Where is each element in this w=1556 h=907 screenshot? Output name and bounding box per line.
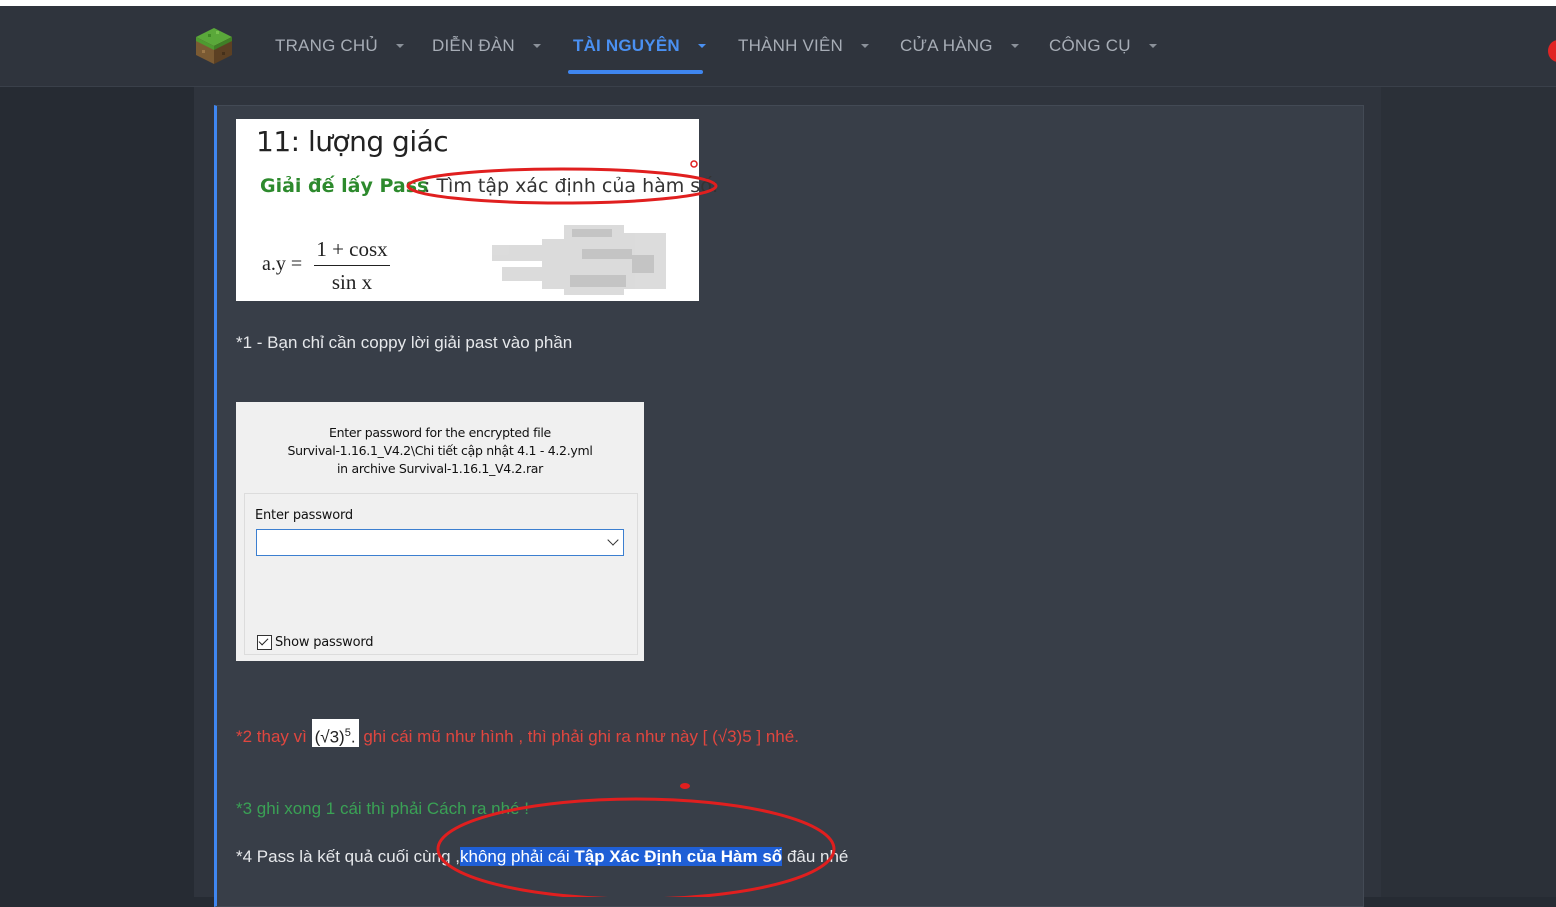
caret-down-icon[interactable] bbox=[860, 44, 869, 48]
image-green-text: Giải đế lấy Pass bbox=[260, 175, 429, 197]
instruction-line-3: *3 ghi xong 1 cái thì phải Cách ra nhé ! bbox=[236, 799, 529, 818]
instruction-line-1: *1 - Bạn chỉ cần coppy lời giải past vào… bbox=[236, 333, 573, 352]
right-sidebar bbox=[1381, 87, 1556, 897]
show-password-checkbox[interactable] bbox=[257, 635, 272, 650]
user-avatar[interactable] bbox=[1548, 40, 1556, 62]
nav-cong-cu[interactable]: CÔNG CỤ bbox=[1049, 6, 1157, 86]
selected-text: không phải cái Tập Xác Định của Hàm số bbox=[459, 847, 783, 866]
line4-highlight-bold: Tập Xác Định của Hàm số bbox=[574, 847, 783, 866]
line4-prefix: *4 Pass là kết quả cuối cùng , bbox=[236, 847, 460, 866]
nav-cua-hang[interactable]: CỬA HÀNG bbox=[900, 6, 1019, 86]
winrar-password-dialog: Enter password for the encrypted file Su… bbox=[236, 402, 644, 661]
formula-numerator: 1 + cosx bbox=[314, 237, 390, 266]
caret-down-icon[interactable] bbox=[395, 44, 404, 48]
dialog-message-line: Enter password for the encrypted file bbox=[329, 425, 551, 440]
nav-trang-chu[interactable]: TRANG CHỦ bbox=[275, 6, 404, 86]
nav-dien-dan[interactable]: DIỄN ĐÀN bbox=[432, 6, 541, 86]
nav-label: TÀI NGUYÊN bbox=[573, 36, 680, 55]
line2-prefix: *2 thay vì bbox=[236, 727, 307, 746]
nav-label: TRANG CHỦ bbox=[275, 36, 378, 55]
top-navbar: TRANG CHỦ DIỄN ĐÀN TÀI NGUYÊN THÀNH VIÊN… bbox=[0, 6, 1556, 87]
line2-suffix: ghi cái mũ như hình , thì phải ghi ra nh… bbox=[363, 727, 799, 746]
show-password-label[interactable]: Show password bbox=[275, 635, 374, 650]
formula-lhs: a.y = bbox=[262, 253, 303, 275]
nav-label: THÀNH VIÊN bbox=[738, 36, 843, 55]
instruction-line-2: *2 thay vì (√3)5. ghi cái mũ như hình , … bbox=[236, 719, 799, 747]
dialog-message-line: Survival-1.16.1_V4.2\Chi tiết cập nhật 4… bbox=[287, 443, 593, 458]
image-question: : Tìm tập xác định của hàm số: bbox=[424, 175, 719, 197]
sqrt-dot: . bbox=[350, 727, 356, 747]
nav-label: CÔNG CỤ bbox=[1049, 36, 1131, 55]
math-problem-image: 11: lượng giác Giải đế lấy Pass : Tìm tậ… bbox=[236, 119, 718, 301]
dialog-message: Enter password for the encrypted file Su… bbox=[236, 424, 644, 478]
nav-tai-nguyen[interactable]: TÀI NGUYÊN bbox=[573, 6, 706, 86]
sqrt-power-image: (√3)5. bbox=[311, 719, 359, 747]
instruction-line-4: *4 Pass là kết quả cuối cùng ,không phải… bbox=[236, 847, 848, 867]
left-gutter bbox=[0, 87, 194, 897]
dialog-message-line: in archive Survival-1.16.1_V4.2.rar bbox=[337, 461, 543, 476]
nav-label: DIỄN ĐÀN bbox=[432, 36, 515, 55]
formula-fraction: 1 + cosx sin x bbox=[314, 237, 390, 295]
nav-thanh-vien[interactable]: THÀNH VIÊN bbox=[738, 6, 869, 86]
chevron-down-icon[interactable] bbox=[607, 534, 619, 546]
nav-label: CỬA HÀNG bbox=[900, 36, 993, 55]
grass-block-logo-icon[interactable] bbox=[194, 26, 234, 66]
line4-suffix: đâu nhé bbox=[786, 847, 849, 866]
caret-down-icon[interactable] bbox=[1148, 44, 1157, 48]
formula-denominator: sin x bbox=[331, 270, 373, 294]
line4-highlight-normal: không phải cái bbox=[459, 847, 570, 866]
image-heading: 11: lượng giác bbox=[256, 125, 449, 158]
caret-down-icon[interactable] bbox=[532, 44, 541, 48]
active-tab-indicator bbox=[568, 70, 703, 74]
sqrt-base: (√3) bbox=[314, 727, 345, 747]
caret-down-icon[interactable] bbox=[1010, 44, 1019, 48]
blurred-region bbox=[492, 225, 666, 295]
enter-password-label: Enter password bbox=[255, 508, 353, 523]
caret-down-icon[interactable] bbox=[697, 44, 706, 48]
password-combobox[interactable] bbox=[256, 529, 624, 556]
